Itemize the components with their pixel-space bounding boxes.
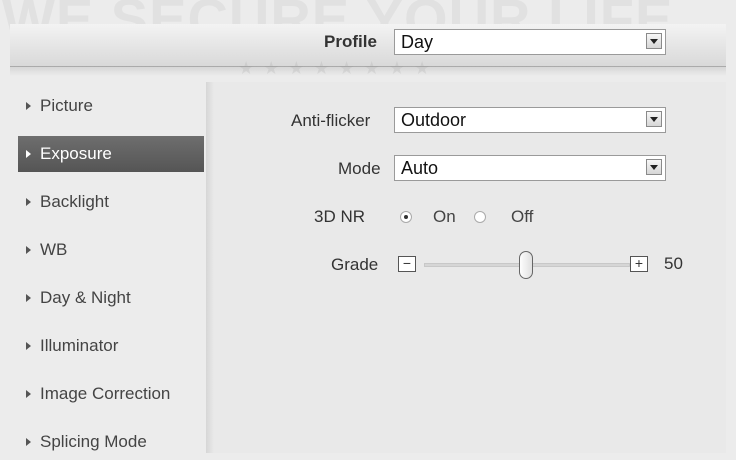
sidebar-item-splicing-mode[interactable]: Splicing Mode <box>18 424 204 460</box>
profile-label: Profile <box>324 32 377 51</box>
exposure-panel <box>214 82 726 453</box>
chevron-down-icon[interactable] <box>646 33 662 49</box>
triangle-right-icon <box>26 246 31 254</box>
3d-nr-label: 3D NR <box>314 207 366 226</box>
sidebar-item-day-night[interactable]: Day & Night <box>18 280 204 316</box>
grade-value: 50 <box>664 254 683 273</box>
triangle-right-icon <box>26 150 31 158</box>
grade-slider-handle[interactable] <box>519 251 533 279</box>
3d-nr-off-radio[interactable] <box>474 211 486 223</box>
sidebar-item-image-correction[interactable]: Image Correction <box>18 376 204 412</box>
triangle-right-icon <box>26 390 31 398</box>
anti-flicker-label: Anti-flicker <box>291 111 371 130</box>
sidebar-item-label: Splicing Mode <box>40 432 147 451</box>
sidebar-item-illuminator[interactable]: Illuminator <box>18 328 204 364</box>
chevron-down-icon[interactable] <box>646 159 662 175</box>
3d-nr-off-label: Off <box>511 207 534 226</box>
sidebar-item-backlight[interactable]: Backlight <box>18 184 204 220</box>
sidebar-item-exposure[interactable]: Exposure <box>18 136 204 172</box>
sidebar-item-label: Day & Night <box>40 288 131 307</box>
grade-increase-button[interactable]: + <box>630 256 648 272</box>
sidebar-divider <box>206 82 214 453</box>
sidebar-item-wb[interactable]: WB <box>18 232 204 268</box>
anti-flicker-select[interactable]: Outdoor <box>394 107 666 133</box>
anti-flicker-value: Outdoor <box>401 110 467 130</box>
chevron-down-icon[interactable] <box>646 111 662 127</box>
sidebar-item-picture[interactable]: Picture <box>18 88 204 124</box>
mode-label: Mode <box>338 159 381 178</box>
3d-nr-on-label: On <box>433 207 456 226</box>
sidebar-item-label: Exposure <box>40 144 112 163</box>
triangle-right-icon <box>26 342 31 350</box>
3d-nr-on-radio[interactable] <box>400 211 412 223</box>
triangle-right-icon <box>26 198 31 206</box>
profile-select-value: Day <box>401 32 434 52</box>
sidebar-item-label: Picture <box>40 96 93 115</box>
profile-select[interactable]: Day <box>394 29 666 55</box>
grade-label: Grade <box>331 255 379 274</box>
sidebar-item-label: Illuminator <box>40 336 119 355</box>
triangle-right-icon <box>26 102 31 110</box>
sidebar-item-label: Image Correction <box>40 384 171 403</box>
triangle-right-icon <box>26 438 31 446</box>
grade-decrease-button[interactable]: − <box>398 256 416 272</box>
triangle-right-icon <box>26 294 31 302</box>
mode-value: Auto <box>401 158 439 178</box>
watermark-stars: ★★★★★★★★ <box>238 58 440 78</box>
sidebar-item-label: WB <box>40 240 68 259</box>
mode-select[interactable]: Auto <box>394 155 666 181</box>
sidebar-item-label: Backlight <box>40 192 109 211</box>
